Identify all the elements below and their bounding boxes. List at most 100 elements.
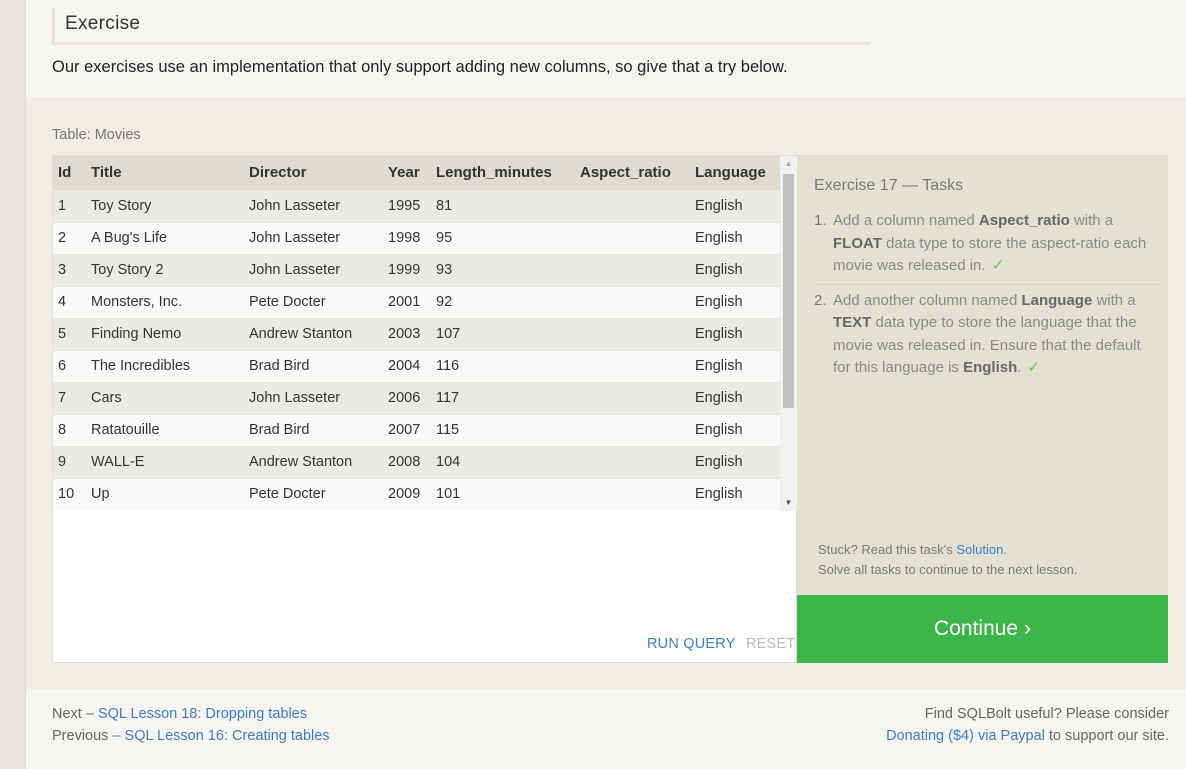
- column-header-aspect-ratio: Aspect_ratio: [575, 156, 690, 190]
- cell-id: 8: [53, 413, 86, 446]
- cell-aspect-ratio: [575, 477, 690, 510]
- run-query-button[interactable]: RUN QUERY: [647, 636, 736, 652]
- cell-length-minutes: 115: [431, 413, 575, 446]
- cell-director: Pete Docter: [244, 477, 383, 510]
- next-lesson-line: Next – SQL Lesson 18: Dropping tables: [52, 706, 307, 722]
- cell-language: English: [690, 253, 780, 286]
- reset-button[interactable]: RESET: [746, 636, 795, 652]
- cell-title: Toy Story: [86, 189, 244, 222]
- donate-suffix: to support our site.: [1044, 728, 1169, 744]
- column-header-id: Id: [53, 156, 86, 190]
- cell-id: 1: [53, 189, 86, 222]
- checkmark-icon: ✓: [1027, 359, 1040, 376]
- task-text: Add another column named: [833, 291, 1022, 309]
- stuck-hint-text: Stuck? Read this task's: [818, 542, 957, 557]
- cell-aspect-ratio: [575, 253, 690, 286]
- table-header-row: Id Title Director Year Length_minutes As…: [53, 156, 780, 190]
- table-row: 7 Cars John Lasseter 2006 117 English: [53, 381, 780, 414]
- column-header-title: Title: [86, 156, 244, 190]
- table-row: 3 Toy Story 2 John Lasseter 1999 93 English: [53, 253, 780, 286]
- cell-director: John Lasseter: [244, 189, 383, 222]
- task-keyword: FLOAT: [833, 234, 882, 252]
- support-text: Find SQLBolt useful? Please consider: [924, 706, 1169, 722]
- scroll-up-arrow-icon[interactable]: ▲: [780, 156, 797, 172]
- table-scrollbar[interactable]: ▲ ▼: [780, 156, 797, 511]
- lesson-page: Exercise Our exercises use an implementa…: [26, 0, 1186, 769]
- cell-year: 1995: [383, 189, 431, 222]
- cell-language: English: [690, 349, 780, 382]
- cell-language: English: [690, 317, 780, 350]
- lesson-footer: Next – SQL Lesson 18: Dropping tables Pr…: [26, 689, 1186, 769]
- cell-aspect-ratio: [575, 189, 690, 222]
- table-row: 4 Monsters, Inc. Pete Docter 2001 92 English: [53, 285, 780, 318]
- cell-length-minutes: 101: [431, 477, 575, 510]
- cell-title: A Bug's Life: [86, 221, 244, 254]
- tasks-title: Exercise 17 — Tasks: [814, 177, 964, 194]
- cell-id: 9: [53, 445, 86, 478]
- left-gutter: [0, 0, 26, 769]
- cell-director: Andrew Stanton: [244, 317, 383, 350]
- previous-lesson-link[interactable]: SQL Lesson 16: Creating tables: [125, 728, 330, 744]
- exercise-workspace: Table: Movies Id Title Director Year Len…: [26, 97, 1186, 689]
- table-row: 9 WALL-E Andrew Stanton 2008 104 English: [53, 445, 780, 478]
- cell-language: English: [690, 189, 780, 222]
- exercise-intro-text: Our exercises use an implementation that…: [52, 58, 788, 76]
- cell-language: English: [690, 221, 780, 254]
- cell-title: Monsters, Inc.: [86, 285, 244, 318]
- cell-aspect-ratio: [575, 285, 690, 318]
- task-text: Add a column named: [833, 212, 979, 229]
- cell-year: 2008: [383, 445, 431, 478]
- cell-aspect-ratio: [575, 221, 690, 254]
- task-text: with a: [1069, 212, 1114, 229]
- continue-button[interactable]: Continue ›: [797, 595, 1168, 663]
- next-lesson-link[interactable]: SQL Lesson 18: Dropping tables: [98, 706, 307, 722]
- cell-language: English: [690, 445, 780, 478]
- cell-year: 2001: [383, 285, 431, 318]
- cell-title: WALL-E: [86, 445, 244, 478]
- exercise-heading: Exercise: [52, 8, 870, 45]
- stuck-hint-period: .: [1003, 542, 1007, 557]
- query-result-panel: Id Title Director Year Length_minutes As…: [52, 155, 797, 663]
- cell-year: 2006: [383, 381, 431, 414]
- cell-language: English: [690, 381, 780, 414]
- continue-requirement-note: Solve all tasks to continue to the next …: [818, 562, 1078, 577]
- task-list: 1. Add a column named Aspect_ratio with …: [814, 210, 1162, 380]
- cell-title: Ratatouille: [86, 413, 244, 446]
- cell-year: 2007: [383, 413, 431, 446]
- previous-prefix: Previous –: [52, 728, 125, 744]
- results-table-viewport[interactable]: Id Title Director Year Length_minutes As…: [53, 156, 780, 511]
- cell-aspect-ratio: [575, 349, 690, 382]
- cell-title: Toy Story 2: [86, 253, 244, 286]
- cell-id: 6: [53, 349, 86, 382]
- task-keyword: TEXT: [833, 314, 872, 331]
- cell-aspect-ratio: [575, 381, 690, 414]
- cell-director: Brad Bird: [244, 349, 383, 382]
- donate-link[interactable]: Donating ($4) via Paypal: [886, 728, 1045, 744]
- column-header-language: Language: [690, 156, 780, 190]
- stuck-hint: Stuck? Read this task's Solution.: [818, 542, 1007, 557]
- column-header-year: Year: [383, 156, 431, 190]
- cell-language: English: [690, 413, 780, 446]
- checkmark-icon: ✓: [991, 257, 1005, 274]
- solution-link[interactable]: Solution: [956, 542, 1003, 557]
- cell-length-minutes: 95: [431, 221, 575, 254]
- previous-lesson-line: Previous – SQL Lesson 16: Creating table…: [52, 728, 330, 744]
- cell-year: 2003: [383, 317, 431, 350]
- cell-id: 10: [53, 477, 86, 510]
- scroll-down-arrow-icon[interactable]: ▼: [780, 495, 797, 511]
- cell-aspect-ratio: [575, 317, 690, 350]
- cell-year: 2004: [383, 349, 431, 382]
- next-prefix: Next –: [52, 706, 98, 722]
- cell-director: Pete Docter: [244, 285, 383, 318]
- cell-length-minutes: 92: [431, 285, 575, 318]
- task-text: .: [1017, 359, 1022, 376]
- scrollbar-thumb[interactable]: [783, 174, 794, 408]
- table-row: 10 Up Pete Docter 2009 101 English: [53, 477, 780, 510]
- cell-aspect-ratio: [575, 445, 690, 478]
- table-row: 6 The Incredibles Brad Bird 2004 116 English: [53, 349, 780, 382]
- cell-director: John Lasseter: [244, 253, 383, 286]
- cell-year: 1999: [383, 253, 431, 286]
- task-keyword: Language: [1021, 291, 1093, 309]
- cell-length-minutes: 81: [431, 189, 575, 222]
- task-text: with a: [1092, 291, 1136, 309]
